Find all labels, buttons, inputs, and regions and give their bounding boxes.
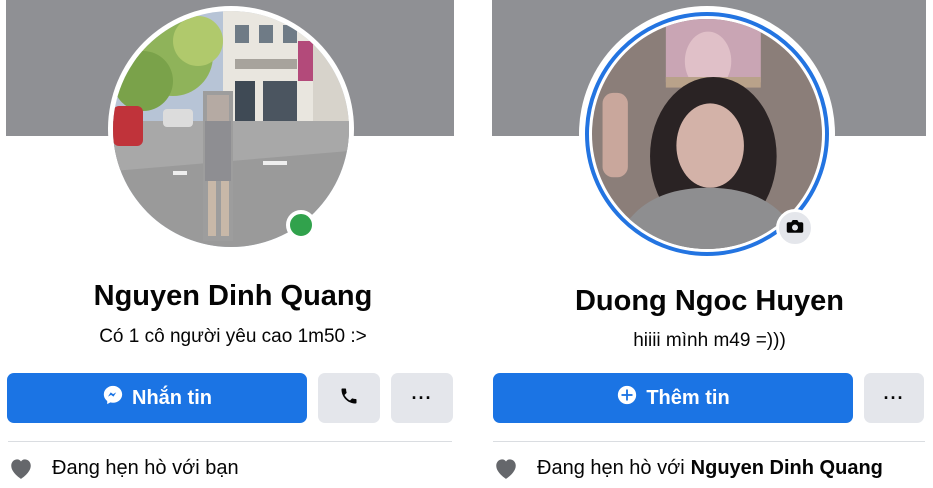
profile-name: Duong Ngoc Huyen — [574, 285, 845, 317]
camera-button[interactable] — [776, 209, 814, 247]
call-button[interactable] — [318, 373, 380, 423]
profile-panel-left: Nguyen Dinh Quang Có 1 cô người yêu cao … — [0, 0, 466, 488]
message-button[interactable]: Nhắn tin — [7, 373, 307, 423]
section-divider — [493, 441, 925, 442]
more-options-button[interactable]: ··· — [864, 373, 924, 423]
relationship-text: Đang hẹn hò với — [537, 456, 685, 479]
add-story-button-label: Thêm tin — [646, 386, 730, 409]
profile-bio: hiiii mình m49 =))) — [633, 330, 786, 351]
plus-circle-icon — [616, 384, 638, 412]
relationship-status: Đang hẹn hò với bạn — [8, 456, 239, 480]
profile-name: Nguyen Dinh Quang — [93, 280, 373, 312]
more-icon: ··· — [411, 388, 433, 408]
section-divider — [8, 441, 452, 442]
relationship-partner-link[interactable]: Nguyen Dinh Quang — [691, 457, 883, 480]
online-status-indicator — [286, 210, 316, 240]
avatar-photo — [113, 11, 349, 247]
messenger-icon — [102, 384, 124, 412]
more-options-button[interactable]: ··· — [391, 373, 453, 423]
heart-icon — [493, 456, 519, 480]
phone-icon — [339, 386, 359, 411]
relationship-text: Đang hẹn hò với bạn — [52, 456, 239, 479]
more-icon: ··· — [883, 388, 905, 408]
add-story-button[interactable]: Thêm tin — [493, 373, 853, 423]
message-button-label: Nhắn tin — [132, 386, 212, 409]
profile-bio: Có 1 cô người yêu cao 1m50 :> — [99, 326, 367, 347]
camera-icon — [786, 218, 804, 239]
profile-panel-right: Duong Ngoc Huyen hiiii mình m49 =))) Thê… — [466, 0, 933, 488]
relationship-status: Đang hẹn hò với Nguyen Dinh Quang — [493, 456, 883, 480]
heart-icon — [8, 456, 34, 480]
profile-avatar[interactable] — [108, 6, 354, 252]
